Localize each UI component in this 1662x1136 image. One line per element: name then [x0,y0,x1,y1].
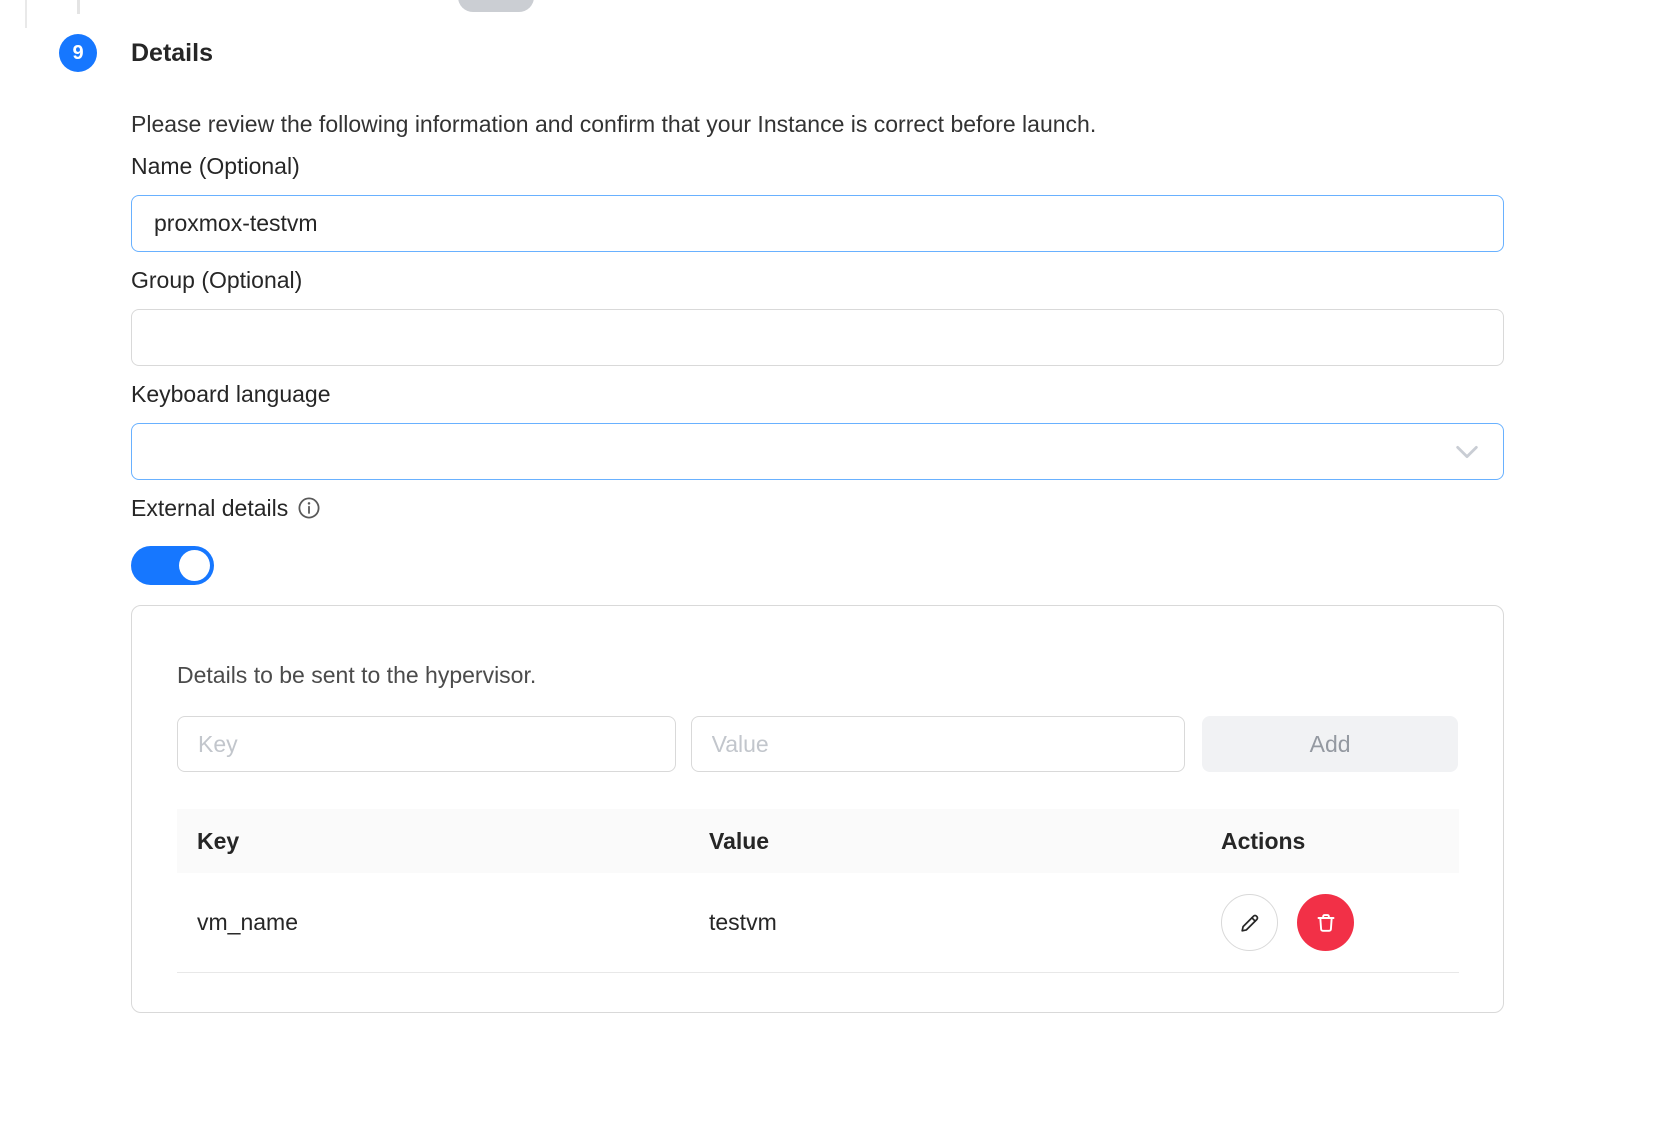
edit-button[interactable] [1221,894,1278,951]
pencil-icon [1238,911,1262,935]
key-value-entry-row: Add [177,716,1458,772]
header-actions: Actions [1201,828,1459,855]
external-details-label: External details [131,493,288,523]
chevron-down-icon [1453,438,1481,466]
container-edge-line [25,0,27,28]
table-header-row: Key Value Actions [177,809,1459,873]
header-key: Key [177,828,689,855]
details-step-page: 9 Details Please review the following in… [0,0,1662,1136]
row-actions [1201,894,1459,951]
row-key: vm_name [177,909,689,936]
row-value: testvm [689,909,1201,936]
external-details-label-row: External details [131,493,1504,523]
add-button[interactable]: Add [1202,716,1458,772]
step-content: Details Please review the following info… [131,0,1504,1013]
step-connector-line [77,0,80,14]
step-number-badge: 9 [59,34,97,72]
step-title: Details [131,0,1504,68]
external-details-toggle[interactable] [131,546,214,585]
header-value: Value [689,828,1201,855]
keyboard-language-label: Keyboard language [131,379,1504,409]
group-label: Group (Optional) [131,265,1504,295]
name-input[interactable] [131,195,1504,252]
trash-icon [1314,911,1338,935]
key-input[interactable] [177,716,676,772]
info-icon[interactable] [297,496,321,520]
hypervisor-details-description: Details to be sent to the hypervisor. [177,660,1458,690]
group-input[interactable] [131,309,1504,366]
details-table: Key Value Actions vm_name testvm [177,809,1459,973]
toggle-knob [179,550,210,581]
delete-button[interactable] [1297,894,1354,951]
keyboard-language-select[interactable] [131,423,1504,480]
review-instructions: Please review the following information … [131,110,1504,138]
table-row: vm_name testvm [177,873,1459,973]
value-input[interactable] [691,716,1186,772]
step-number: 9 [72,42,83,65]
previous-step-toggle-cutoff [458,0,534,12]
external-details-panel: Details to be sent to the hypervisor. Ad… [131,605,1504,1013]
name-label: Name (Optional) [131,151,1504,181]
